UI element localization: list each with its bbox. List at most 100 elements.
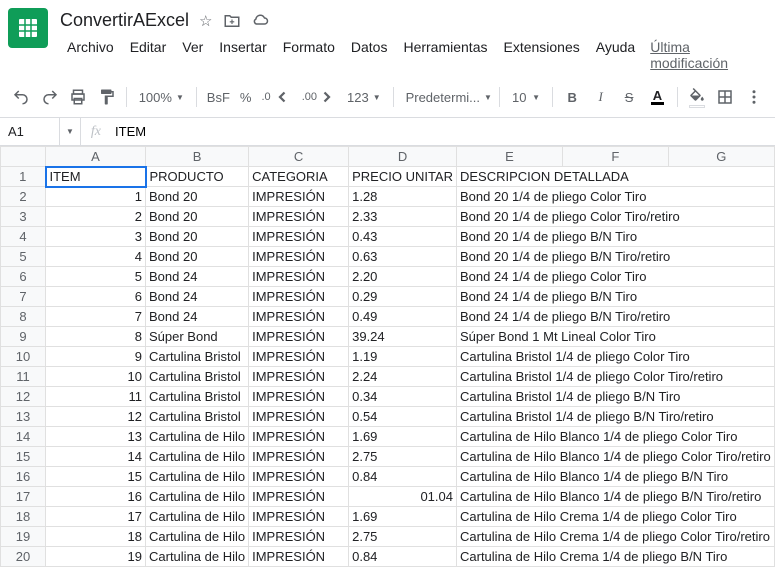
menu-datos[interactable]: Datos (344, 35, 395, 75)
spreadsheet-grid[interactable]: ABCDEFG1ITEMPRODUCTOCATEGORIAPRECIO UNIT… (0, 146, 775, 567)
cell-B12[interactable]: Cartulina Bristol (146, 387, 249, 407)
cell-D15[interactable]: 2.75 (349, 447, 457, 467)
cell-A5[interactable]: 4 (46, 247, 146, 267)
cell-C1[interactable]: CATEGORIA (249, 167, 349, 187)
cell-D8[interactable]: 0.49 (349, 307, 457, 327)
cell-C18[interactable]: IMPRESIÓN (249, 507, 349, 527)
cell-D19[interactable]: 2.75 (349, 527, 457, 547)
row-header-18[interactable]: 18 (1, 507, 46, 527)
cell-E11[interactable]: Cartulina Bristol 1/4 de pliego Color Ti… (457, 367, 775, 387)
col-header-G[interactable]: G (668, 147, 774, 167)
col-header-E[interactable]: E (457, 147, 563, 167)
cell-A14[interactable]: 13 (46, 427, 146, 447)
menu-formato[interactable]: Formato (276, 35, 342, 75)
cell-D10[interactable]: 1.19 (349, 347, 457, 367)
cell-C11[interactable]: IMPRESIÓN (249, 367, 349, 387)
row-header-5[interactable]: 5 (1, 247, 46, 267)
cell-C20[interactable]: IMPRESIÓN (249, 547, 349, 567)
cell-B11[interactable]: Cartulina Bristol (146, 367, 249, 387)
row-header-3[interactable]: 3 (1, 207, 46, 227)
font-select[interactable]: Predetermi...▼ (400, 84, 494, 110)
bold-button[interactable]: B (559, 83, 585, 111)
sheets-logo[interactable] (8, 8, 48, 48)
cell-D7[interactable]: 0.29 (349, 287, 457, 307)
cell-C13[interactable]: IMPRESIÓN (249, 407, 349, 427)
cell-E13[interactable]: Cartulina Bristol 1/4 de pliego B/N Tiro… (457, 407, 775, 427)
cell-D6[interactable]: 2.20 (349, 267, 457, 287)
cell-A7[interactable]: 6 (46, 287, 146, 307)
cell-D14[interactable]: 1.69 (349, 427, 457, 447)
cell-A11[interactable]: 10 (46, 367, 146, 387)
text-color-button[interactable]: A (644, 83, 670, 111)
cell-B18[interactable]: Cartulina de Hilo (146, 507, 249, 527)
cell-E15[interactable]: Cartulina de Hilo Blanco 1/4 de pliego C… (457, 447, 775, 467)
row-header-19[interactable]: 19 (1, 527, 46, 547)
cell-D1[interactable]: PRECIO UNITAR (349, 167, 457, 187)
cell-D13[interactable]: 0.54 (349, 407, 457, 427)
cell-B13[interactable]: Cartulina Bristol (146, 407, 249, 427)
menu-archivo[interactable]: Archivo (60, 35, 121, 75)
cell-C8[interactable]: IMPRESIÓN (249, 307, 349, 327)
row-header-1[interactable]: 1 (1, 167, 46, 187)
cell-E14[interactable]: Cartulina de Hilo Blanco 1/4 de pliego C… (457, 427, 775, 447)
row-header-7[interactable]: 7 (1, 287, 46, 307)
formula-input[interactable] (111, 118, 775, 145)
cell-D20[interactable]: 0.84 (349, 547, 457, 567)
zoom-select[interactable]: 100%▼ (133, 84, 190, 110)
cell-C12[interactable]: IMPRESIÓN (249, 387, 349, 407)
strikethrough-button[interactable]: S (616, 83, 642, 111)
cell-C10[interactable]: IMPRESIÓN (249, 347, 349, 367)
cell-C5[interactable]: IMPRESIÓN (249, 247, 349, 267)
row-header-17[interactable]: 17 (1, 487, 46, 507)
name-box-dropdown[interactable]: ▼ (60, 118, 81, 145)
font-size-select[interactable]: 10▼ (506, 84, 546, 110)
row-header-15[interactable]: 15 (1, 447, 46, 467)
cell-D12[interactable]: 0.34 (349, 387, 457, 407)
cell-A16[interactable]: 15 (46, 467, 146, 487)
italic-button[interactable]: I (587, 83, 613, 111)
select-all-corner[interactable] (1, 147, 46, 167)
cell-C19[interactable]: IMPRESIÓN (249, 527, 349, 547)
row-header-10[interactable]: 10 (1, 347, 46, 367)
menu-herramientas[interactable]: Herramientas (396, 35, 494, 75)
menu-insertar[interactable]: Insertar (212, 35, 273, 75)
cell-A9[interactable]: 8 (46, 327, 146, 347)
cloud-status-icon[interactable] (251, 12, 269, 30)
row-header-13[interactable]: 13 (1, 407, 46, 427)
col-header-D[interactable]: D (349, 147, 457, 167)
row-header-6[interactable]: 6 (1, 267, 46, 287)
cell-B15[interactable]: Cartulina de Hilo (146, 447, 249, 467)
cell-D11[interactable]: 2.24 (349, 367, 457, 387)
decrease-decimal-button[interactable]: .0 (257, 83, 295, 111)
last-edit-link[interactable]: Última modificación (644, 35, 767, 75)
increase-decimal-button[interactable]: .00 (298, 83, 339, 111)
cell-E1[interactable]: DESCRIPCION DETALLADA (457, 167, 775, 187)
row-header-14[interactable]: 14 (1, 427, 46, 447)
cell-A17[interactable]: 16 (46, 487, 146, 507)
borders-button[interactable] (712, 83, 738, 111)
name-box[interactable]: A1 (0, 118, 60, 145)
cell-B20[interactable]: Cartulina de Hilo (146, 547, 249, 567)
cell-D5[interactable]: 0.63 (349, 247, 457, 267)
undo-button[interactable] (8, 83, 34, 111)
cell-B1[interactable]: PRODUCTO (146, 167, 249, 187)
cell-B2[interactable]: Bond 20 (146, 187, 249, 207)
row-header-2[interactable]: 2 (1, 187, 46, 207)
cell-A18[interactable]: 17 (46, 507, 146, 527)
cell-D4[interactable]: 0.43 (349, 227, 457, 247)
row-header-20[interactable]: 20 (1, 547, 46, 567)
row-header-11[interactable]: 11 (1, 367, 46, 387)
cell-B9[interactable]: Súper Bond (146, 327, 249, 347)
cell-B5[interactable]: Bond 20 (146, 247, 249, 267)
cell-A12[interactable]: 11 (46, 387, 146, 407)
cell-E18[interactable]: Cartulina de Hilo Crema 1/4 de pliego Co… (457, 507, 775, 527)
menu-extensiones[interactable]: Extensiones (496, 35, 586, 75)
cell-E9[interactable]: Súper Bond 1 Mt Lineal Color Tiro (457, 327, 775, 347)
cell-D2[interactable]: 1.28 (349, 187, 457, 207)
cell-A10[interactable]: 9 (46, 347, 146, 367)
cell-C6[interactable]: IMPRESIÓN (249, 267, 349, 287)
cell-B3[interactable]: Bond 20 (146, 207, 249, 227)
col-header-B[interactable]: B (146, 147, 249, 167)
row-header-9[interactable]: 9 (1, 327, 46, 347)
cell-B14[interactable]: Cartulina de Hilo (146, 427, 249, 447)
